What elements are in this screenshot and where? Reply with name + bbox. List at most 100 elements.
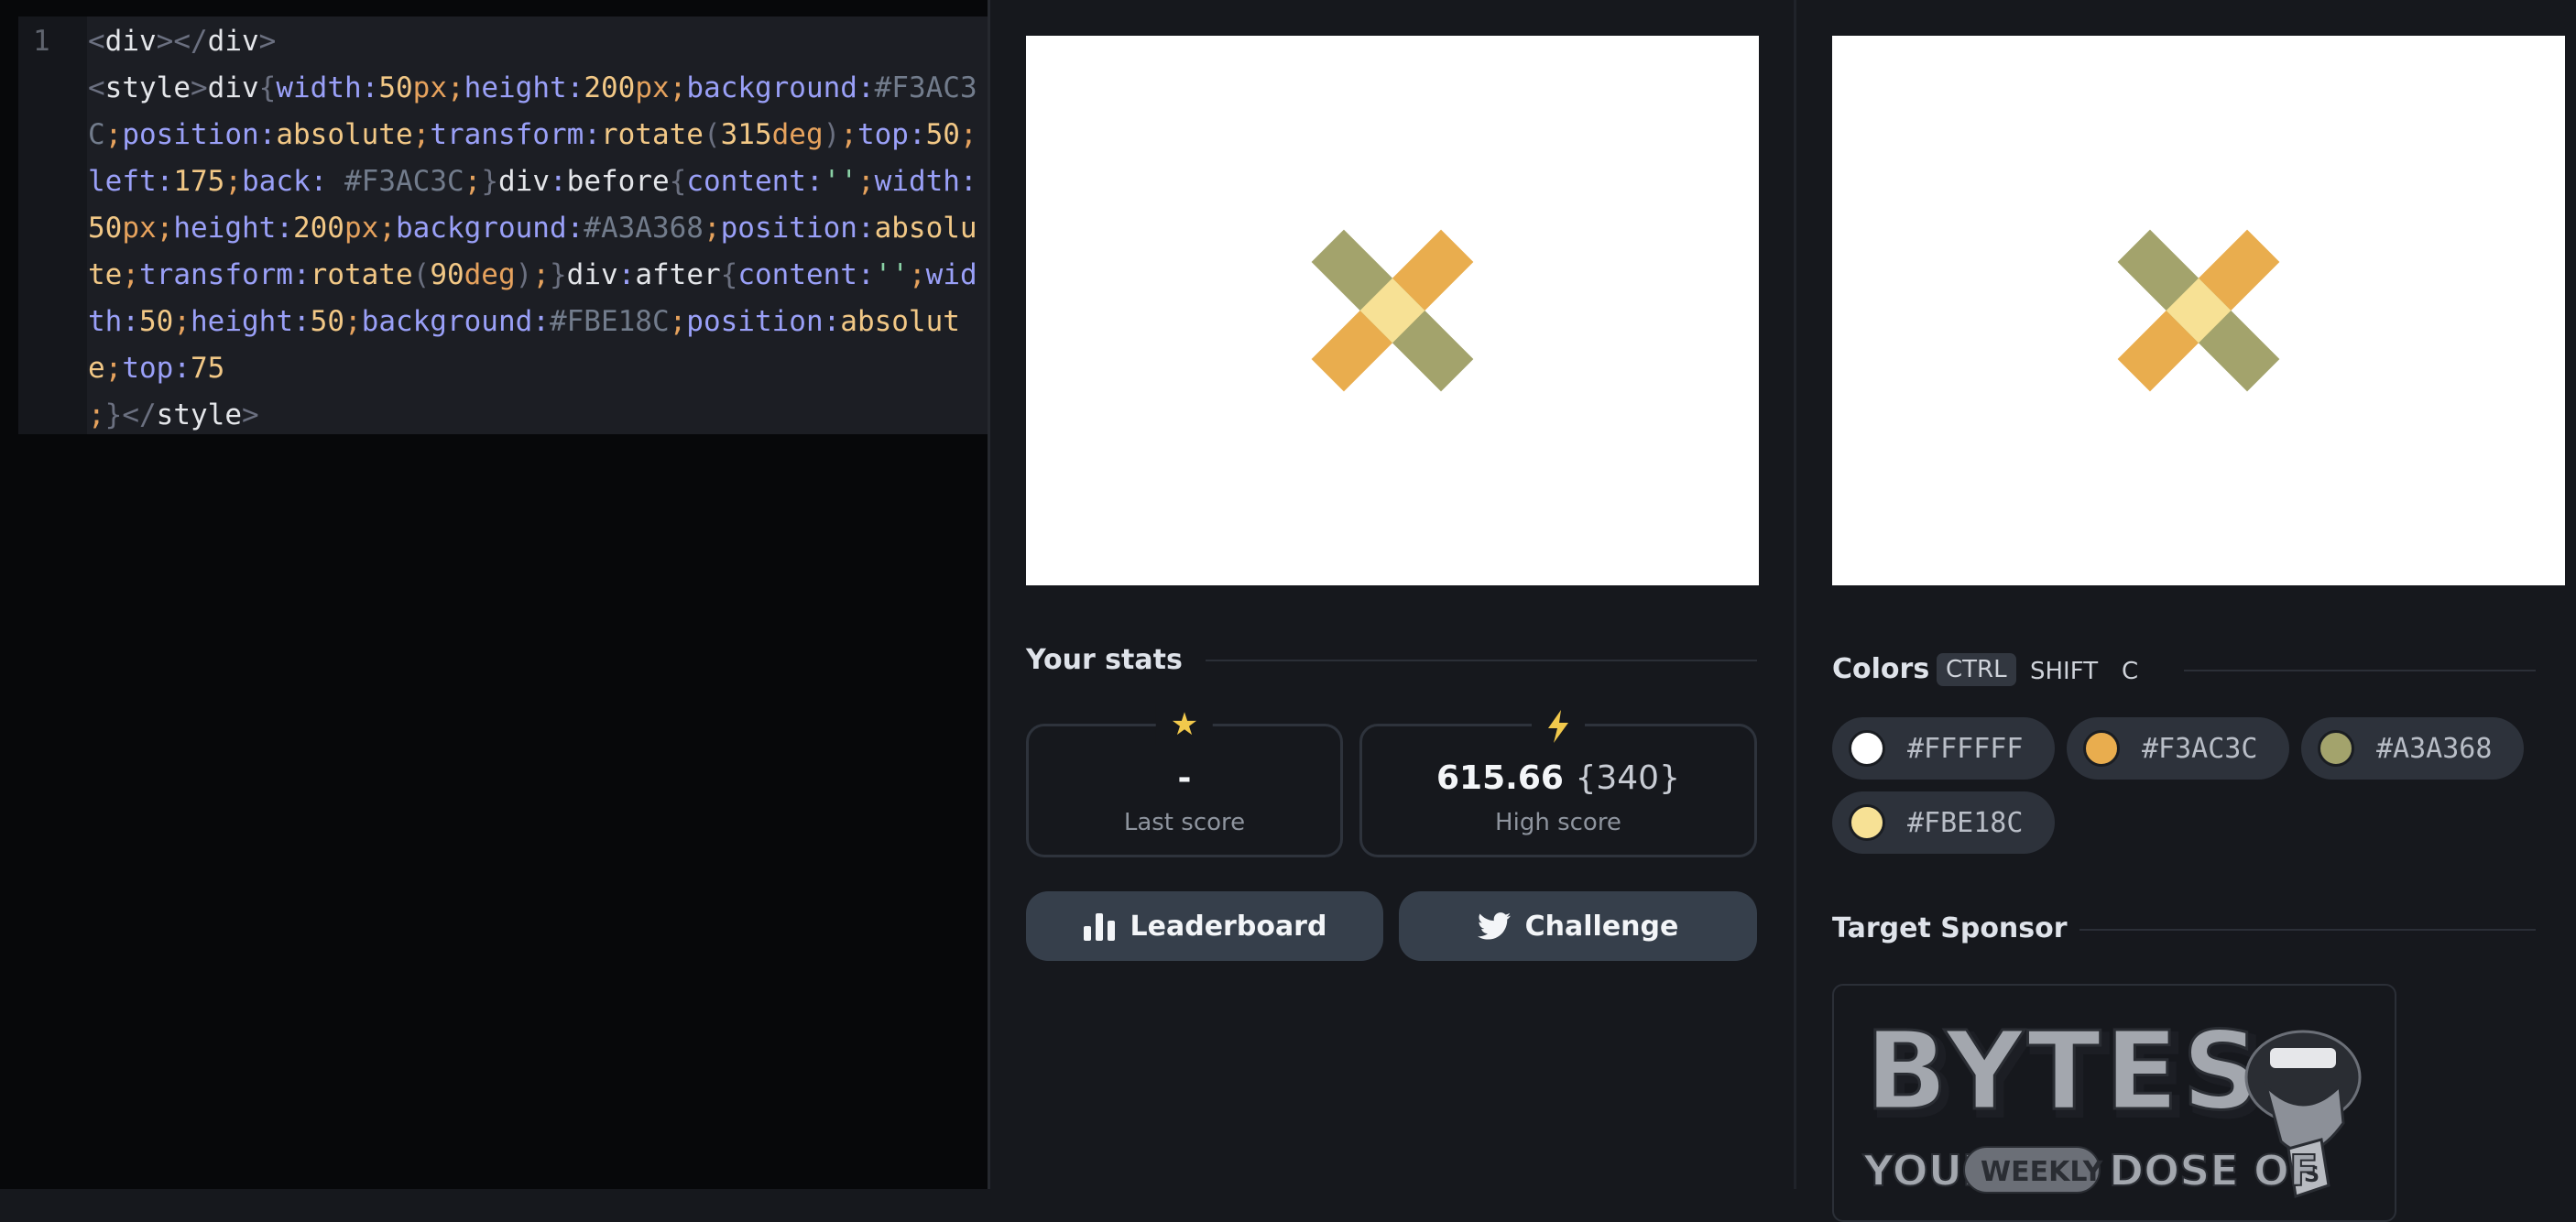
challenge-button[interactable]: Challenge (1399, 891, 1757, 961)
code-token: 90 (430, 258, 464, 291)
code-token: : (959, 165, 977, 198)
code-token: background (361, 305, 533, 338)
code-token: background (686, 71, 857, 104)
swatch-dot (1849, 804, 1885, 841)
code-token: back (242, 165, 311, 198)
code-token: rotate (600, 118, 704, 151)
code-token: transform (430, 118, 584, 151)
code-token: ; (378, 212, 396, 245)
code-token: : (276, 212, 293, 245)
bytes-logo: BYTES BYTES JS YOUR WEEKLY DOSE OF (1861, 1007, 2362, 1198)
code-token: rotate (310, 258, 413, 291)
sponsor-card[interactable]: BYTES BYTES JS YOUR WEEKLY DOSE OF (1832, 984, 2396, 1222)
code-token: ; (703, 212, 721, 245)
high-score-value-line: 615.66 {340} (1362, 759, 1754, 797)
code-token: 50 (925, 118, 960, 151)
swatch-hex: #FBE18C (1907, 806, 2024, 839)
code-token: height (191, 305, 293, 338)
code-token: 75 (191, 352, 225, 385)
lightning-icon (1532, 704, 1585, 745)
colors-title: Colors (1832, 653, 1930, 685)
code-token: ; (122, 258, 139, 291)
code-token: px (122, 212, 157, 245)
code-token: } (104, 398, 123, 431)
editor-divider[interactable] (988, 0, 990, 1189)
code-token: ; (344, 305, 362, 338)
line-number: 1 (33, 25, 50, 58)
code-token: deg (464, 258, 516, 291)
code-token: #FBE18C (549, 305, 670, 338)
code-token: > (258, 25, 277, 58)
code-token: ; (669, 305, 687, 338)
code-token: position (720, 212, 857, 245)
sponsor-title: Target Sponsor (1832, 912, 2068, 944)
code-token: { (720, 258, 738, 291)
code-token: 200 (584, 71, 636, 104)
code-token: </ (122, 398, 157, 431)
code-token: background (395, 212, 567, 245)
code-token: ; (412, 118, 431, 151)
code-content[interactable]: <div></div> <style>div{width:50px;height… (88, 18, 988, 439)
code-token: '' (823, 165, 857, 198)
code-token: : (173, 352, 191, 385)
code-token: : (823, 305, 841, 338)
leaderboard-button[interactable]: Leaderboard (1026, 891, 1383, 961)
code-token: : (550, 165, 567, 198)
code-token: #A3A368 (584, 212, 704, 245)
code-token: 50 (88, 212, 123, 245)
code-token: : (566, 212, 584, 245)
output-x-shape (1311, 229, 1474, 392)
code-token: height (464, 71, 567, 104)
code-token: height (173, 212, 277, 245)
code-token: : (156, 165, 174, 198)
code-token: transform (139, 258, 293, 291)
code-token: style (156, 398, 242, 431)
target-preview-canvas (1832, 36, 2565, 585)
code-token: : (584, 118, 601, 151)
code-token: position (122, 118, 259, 151)
code-token: div (104, 25, 157, 58)
code-token: ; (156, 212, 174, 245)
code-token: 315 (720, 118, 772, 151)
code-token: position (686, 305, 824, 338)
output-preview-canvas[interactable] (1026, 36, 1759, 585)
target-x-shape (2117, 229, 2280, 392)
code-token: top (122, 352, 174, 385)
code-token: { (258, 71, 277, 104)
high-score-card: 615.66 {340} High score (1359, 704, 1757, 857)
swatch-hex: #FFFFFF (1907, 732, 2024, 765)
code-token: 50 (378, 71, 413, 104)
code-token: > (242, 398, 259, 431)
code-token: ; (447, 71, 464, 104)
code-editor[interactable]: 1 <div></div> <style>div{width:50px;heig… (18, 16, 988, 434)
code-token: ( (703, 118, 721, 151)
code-token: : (361, 71, 379, 104)
code-token: : (857, 258, 875, 291)
color-swatch-yellow[interactable]: #FBE18C (1832, 791, 2055, 854)
color-swatch-orange[interactable]: #F3AC3C (2067, 717, 2289, 780)
code-token: : (617, 258, 636, 291)
challenge-label: Challenge (1524, 910, 1679, 943)
code-token: ; (959, 118, 977, 151)
code-token: width (276, 71, 362, 104)
code-token: px (412, 71, 447, 104)
stats-title: Your stats (1026, 644, 1183, 676)
code-token: ; (532, 258, 550, 291)
color-swatch-olive[interactable]: #A3A368 (2301, 717, 2524, 780)
code-token: : (805, 165, 824, 198)
code-token: style (104, 71, 191, 104)
high-score-value: 615.66 (1436, 759, 1564, 797)
bar-chart-icon (1083, 913, 1115, 941)
code-token: '' (874, 258, 909, 291)
code-token: ( (412, 258, 431, 291)
code-token: < (88, 71, 105, 104)
code-token: : (566, 71, 584, 104)
code-token: content (737, 258, 857, 291)
leaderboard-label: Leaderboard (1130, 910, 1327, 943)
color-swatch-white[interactable]: #FFFFFF (1832, 717, 2055, 780)
code-token: px (635, 71, 670, 104)
code-token: ; (908, 258, 926, 291)
code-token: ; (224, 165, 242, 198)
line-number-gutter: 1 (18, 16, 87, 434)
code-token: < (88, 25, 105, 58)
